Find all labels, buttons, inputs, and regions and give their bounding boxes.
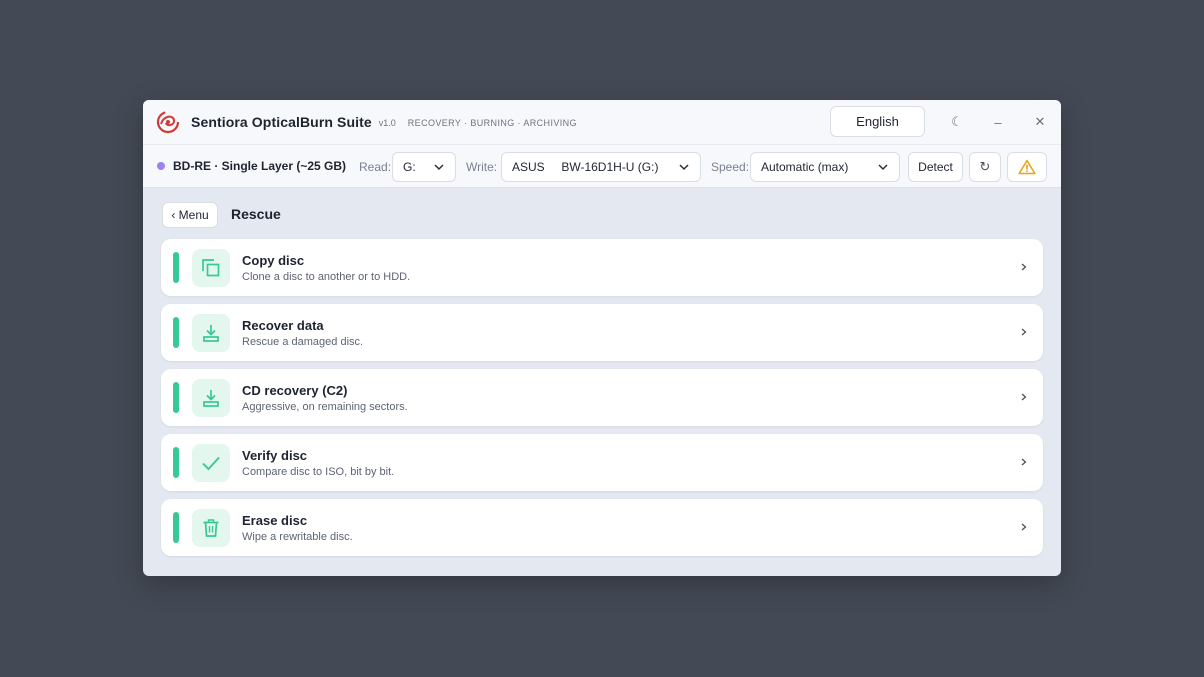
chevron-down-icon <box>878 164 888 171</box>
back-to-menu-button[interactable]: ‹ Menu <box>162 202 218 228</box>
main-content: ‹ Menu Rescue Copy disc Clone a disc to … <box>143 188 1061 576</box>
accent-bar <box>173 317 179 348</box>
page-title: Rescue <box>231 206 281 222</box>
read-drive-select[interactable]: G: <box>392 152 456 182</box>
speed-select[interactable]: Automatic (max) <box>750 152 900 182</box>
title-bar: Sentiora OpticalBurn Suite v1.0 RECOVERY… <box>143 100 1061 144</box>
accent-bar <box>173 447 179 478</box>
app-title: Sentiora OpticalBurn Suite <box>191 114 372 130</box>
action-title: Recover data <box>242 318 324 333</box>
language-button[interactable]: English <box>830 106 925 137</box>
app-logo-icon <box>156 110 180 134</box>
chevron-right-icon <box>1021 523 1027 531</box>
minimize-icon[interactable]: – <box>986 110 1010 134</box>
close-icon[interactable]: ✕ <box>1028 110 1052 134</box>
disc-status-dot <box>157 162 165 170</box>
accent-bar <box>173 382 179 413</box>
app-version: v1.0 <box>378 118 396 128</box>
action-description: Wipe a rewritable disc. <box>242 531 353 543</box>
detect-button[interactable]: Detect <box>908 152 963 182</box>
action-title: CD recovery (C2) <box>242 383 348 398</box>
theme-toggle-icon[interactable]: ☾ <box>945 110 969 134</box>
chevron-down-icon <box>679 164 689 171</box>
app-window: Sentiora OpticalBurn Suite v1.0 RECOVERY… <box>143 100 1061 576</box>
warning-icon <box>1018 159 1036 175</box>
chevron-right-icon <box>1021 458 1027 466</box>
accent-bar <box>173 512 179 543</box>
action-description: Clone a disc to another or to HDD. <box>242 271 411 283</box>
trash-icon <box>192 509 230 547</box>
chevron-right-icon <box>1021 263 1027 271</box>
action-card-erase-disc[interactable]: Erase disc Wipe a rewritable disc. <box>161 499 1043 556</box>
download-icon <box>192 379 230 417</box>
action-title: Copy disc <box>242 253 305 268</box>
read-label: Read: <box>359 160 392 174</box>
action-description: Aggressive, on remaining sectors. <box>242 401 408 413</box>
download-icon <box>192 314 230 352</box>
warning-button[interactable] <box>1007 152 1047 182</box>
accent-bar <box>173 252 179 283</box>
write-drive-select[interactable]: ASUS BW-16D1H-U (G:) <box>501 152 701 182</box>
speed-label: Speed: <box>711 160 750 174</box>
action-card-verify-disc[interactable]: Verify disc Compare disc to ISO, bit by … <box>161 434 1043 491</box>
speed-value: Automatic (max) <box>761 160 849 174</box>
write-label: Write: <box>466 160 498 174</box>
action-title: Verify disc <box>242 448 308 463</box>
drive-toolbar: BD-RE · Single Layer (~25 GB) Read: G: W… <box>143 144 1061 188</box>
check-icon <box>192 444 230 482</box>
write-drive-value: ASUS BW-16D1H-U (G:) <box>512 160 659 174</box>
action-description: Compare disc to ISO, bit by bit. <box>242 466 395 478</box>
disc-info: BD-RE · Single Layer (~25 GB) <box>173 159 347 173</box>
action-card-copy-disc[interactable]: Copy disc Clone a disc to another or to … <box>161 239 1043 296</box>
chevron-right-icon <box>1021 393 1027 401</box>
action-card-recover-data[interactable]: Recover data Rescue a damaged disc. <box>161 304 1043 361</box>
copy-icon <box>192 249 230 287</box>
read-drive-value: G: <box>403 160 416 174</box>
action-description: Rescue a damaged disc. <box>242 336 364 348</box>
app-tagline: RECOVERY · BURNING · ARCHIVING <box>407 118 577 128</box>
action-card-cd-recovery[interactable]: CD recovery (C2) Aggressive, on remainin… <box>161 369 1043 426</box>
chevron-right-icon <box>1021 328 1027 336</box>
refresh-icon[interactable]: ↻ <box>969 152 1001 182</box>
chevron-down-icon <box>434 164 444 171</box>
action-title: Erase disc <box>242 513 308 528</box>
